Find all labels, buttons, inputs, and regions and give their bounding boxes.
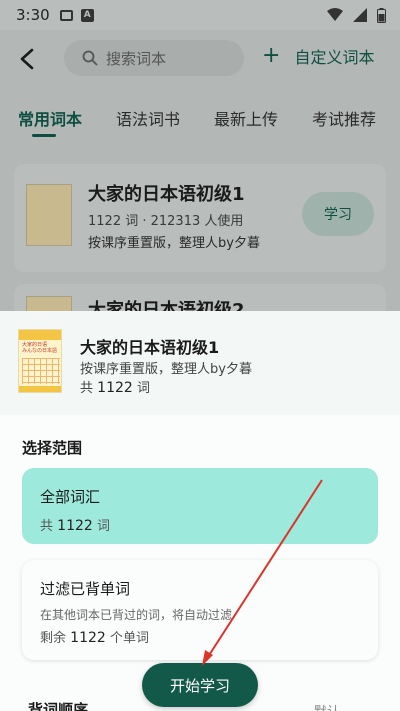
range-title: 选择范围 xyxy=(22,439,83,457)
option-all-words[interactable]: 全部词汇 共 1122 词 xyxy=(22,468,378,544)
sheet-word-count: 共 1122 词 xyxy=(80,380,150,396)
battery-icon xyxy=(377,7,386,23)
signal-icon xyxy=(353,8,367,22)
card-desc: 按课序重置版，整理人by夕暮 xyxy=(88,236,260,251)
custom-wordbook-button[interactable]: + 自定义词本 xyxy=(262,44,374,68)
bottom-sheet: 大家的日语 みんなの日本語 大家的日本语初级1 按课序重置版，整理人by夕暮 共 … xyxy=(0,311,400,711)
status-bar: 3:30 A xyxy=(0,0,400,30)
custom-wordbook-label: 自定义词本 xyxy=(294,48,375,67)
sheet-header: 大家的日语 みんなの日本語 大家的日本语初级1 按课序重置版，整理人by夕暮 共 … xyxy=(0,311,400,411)
option-remaining: 剩余 1122 个单词 xyxy=(40,630,149,646)
sheet-book-title: 大家的日本语初级1 xyxy=(80,338,220,357)
top-bar: 搜索词本 + 自定义词本 xyxy=(0,30,400,88)
tab-exam[interactable]: 考试推荐 xyxy=(312,106,376,130)
status-left-icons: A xyxy=(59,8,94,22)
study-button[interactable]: 学习 xyxy=(302,192,374,236)
option-hint: 在其他词本已背过的词，将自动过滤 xyxy=(40,608,233,622)
word-order-label: 背词顺序 xyxy=(28,701,89,711)
tab-common[interactable]: 常用词本 xyxy=(18,106,82,130)
option-filter-learned[interactable]: 过滤已背单词 在其他词本已背过的词，将自动过滤 剩余 1122 个单词 xyxy=(22,560,378,660)
card-meta: 1122 词 · 212313 人使用 xyxy=(88,214,244,229)
status-time: 3:30 xyxy=(16,6,50,24)
option-count: 共 1122 词 xyxy=(40,518,110,534)
status-right-icons xyxy=(327,7,386,23)
word-order-value: 默认 xyxy=(314,701,340,711)
book-cover-image: 大家的日语 みんなの日本語 xyxy=(18,329,62,393)
book-cover-image xyxy=(26,184,72,246)
wifi-icon xyxy=(327,8,343,21)
a-badge-icon: A xyxy=(80,8,94,22)
plus-icon: + xyxy=(262,43,281,68)
start-learning-button[interactable]: 开始学习 xyxy=(142,663,258,707)
sheet-book-desc: 按课序重置版，整理人by夕暮 xyxy=(80,362,252,377)
search-icon xyxy=(82,50,98,66)
card-title: 大家的日本语初级1 xyxy=(88,184,245,205)
tab-grammar[interactable]: 语法词书 xyxy=(116,106,180,130)
wordbook-card[interactable]: 大家的日本语初级1 1122 词 · 212313 人使用 按课序重置版，整理人… xyxy=(14,164,386,272)
search-input[interactable]: 搜索词本 xyxy=(64,40,244,76)
option-label: 过滤已背单词 xyxy=(40,580,131,598)
tab-active-indicator xyxy=(32,134,56,137)
tab-bar: 常用词本 语法词书 最新上传 考试推荐 xyxy=(0,98,400,138)
search-placeholder: 搜索词本 xyxy=(106,49,167,68)
back-arrow-icon[interactable] xyxy=(18,48,38,70)
tab-latest[interactable]: 最新上传 xyxy=(214,106,278,130)
gallery-icon xyxy=(59,9,73,21)
option-label: 全部词汇 xyxy=(40,488,101,506)
